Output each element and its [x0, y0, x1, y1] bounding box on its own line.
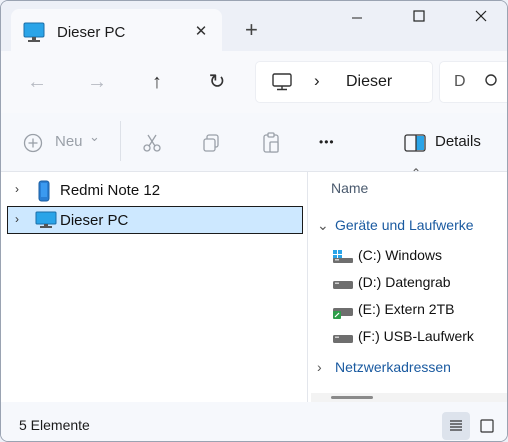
details-pane-icon — [404, 134, 426, 157]
search-icon — [484, 73, 500, 94]
command-separator — [120, 121, 121, 161]
minimize-button[interactable] — [341, 9, 373, 33]
new-dropdown-caret-icon[interactable]: ⌄ — [89, 129, 100, 145]
drive-label: (C:) Windows — [358, 247, 443, 263]
title-bar: Dieser PC ✕ + — [1, 1, 507, 51]
copy-icon[interactable] — [201, 133, 221, 158]
sidebar-item-label: Redmi Note 12 — [60, 182, 161, 199]
scrollbar-thumb[interactable] — [331, 396, 373, 399]
group-header-network[interactable]: › Netzwerkadressen — [317, 359, 451, 375]
item-count: 5 Elemente — [19, 417, 90, 433]
cut-icon[interactable] — [142, 133, 162, 158]
sidebar-item-redmi-note-12[interactable]: › Redmi Note 12 — [7, 176, 303, 204]
tiles-view-button[interactable] — [473, 412, 501, 440]
monitor-icon — [35, 211, 57, 234]
more-options-icon[interactable]: ••• — [319, 135, 335, 149]
paste-icon[interactable] — [261, 132, 281, 159]
drive-icon — [333, 277, 353, 296]
tab-title: Dieser PC — [57, 24, 126, 41]
usb-drive-icon — [333, 331, 353, 350]
external-drive-icon — [333, 304, 353, 325]
command-bar: Neu ⌄ ••• Details — [1, 113, 507, 172]
sidebar-item-label: Dieser PC — [60, 212, 129, 229]
tab-dieser-pc[interactable]: Dieser PC ✕ — [11, 9, 222, 51]
back-button[interactable]: ← — [23, 69, 51, 97]
breadcrumb-location[interactable]: Dieser — [346, 73, 392, 91]
list-view-icon — [450, 420, 462, 431]
collapse-chevron-icon[interactable]: ⌄ — [317, 217, 335, 234]
content-area: › Redmi Note 12 › Dieser PC ⌃ Name ⌄ Gerä… — [1, 166, 507, 402]
status-bar: 5 Elemente — [1, 402, 507, 441]
group-header-devices[interactable]: ⌄ Geräte und Laufwerke — [317, 217, 474, 234]
close-window-button[interactable] — [465, 9, 497, 33]
horizontal-scrollbar[interactable] — [311, 393, 507, 402]
pane-divider[interactable] — [307, 172, 308, 402]
new-tab-button[interactable]: + — [245, 19, 258, 41]
new-button[interactable]: Neu — [55, 133, 83, 150]
sidebar-item-dieser-pc[interactable]: › Dieser PC — [7, 206, 303, 234]
plus-circle-icon — [23, 133, 43, 158]
expand-chevron-icon[interactable]: › — [317, 359, 335, 375]
file-explorer-window: Dieser PC ✕ + ← → ↑ ↻ › Dieser D Neu ⌄ •… — [0, 0, 508, 442]
monitor-icon — [23, 22, 45, 47]
details-view-button[interactable] — [442, 412, 470, 440]
up-button[interactable]: ↑ — [143, 69, 171, 97]
expand-chevron-icon[interactable]: › — [15, 182, 19, 196]
expand-chevron-icon[interactable]: › — [15, 212, 19, 226]
forward-button[interactable]: → — [83, 69, 111, 97]
drive-label: (D:) Datengrab — [358, 274, 451, 290]
group-label: Geräte und Laufwerke — [335, 217, 474, 233]
address-bar[interactable]: › Dieser — [255, 61, 433, 103]
phone-icon — [37, 180, 51, 207]
refresh-button[interactable]: ↻ — [203, 69, 231, 97]
breadcrumb-chevron-icon[interactable]: › — [314, 71, 320, 91]
navigation-bar: ← → ↑ ↻ › Dieser D — [1, 51, 507, 113]
maximize-button[interactable] — [403, 9, 435, 33]
column-header-name[interactable]: Name — [331, 180, 368, 196]
drive-label: (E:) Extern 2TB — [358, 301, 455, 317]
details-button[interactable]: Details — [435, 133, 481, 150]
close-tab-icon[interactable]: ✕ — [192, 22, 210, 40]
monitor-outline-icon — [272, 73, 292, 96]
drive-label: (F:) USB-Laufwerk — [358, 328, 474, 344]
search-box[interactable]: D — [439, 61, 507, 103]
windows-drive-icon — [333, 250, 353, 269]
group-label: Netzwerkadressen — [335, 359, 451, 375]
search-placeholder: D — [454, 73, 466, 90]
tiles-view-icon — [480, 419, 494, 433]
sort-ascending-icon: ⌃ — [411, 166, 422, 180]
